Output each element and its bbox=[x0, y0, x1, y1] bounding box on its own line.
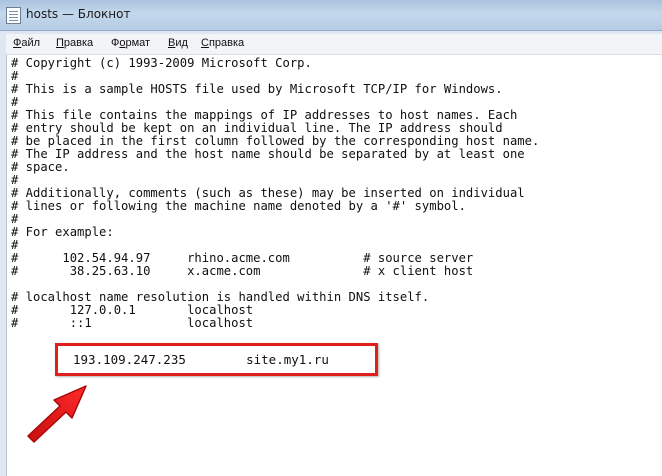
text-line: # Copyright (c) 1993-2009 Microsoft Corp… bbox=[11, 56, 312, 70]
window-title: hosts — Блокнот bbox=[26, 7, 131, 21]
text-line: # 38.25.63.10 x.acme.com # x client host bbox=[11, 264, 474, 278]
pointer-arrow-icon bbox=[27, 385, 87, 443]
menu-view[interactable]: Вид bbox=[168, 37, 188, 49]
menu-help[interactable]: Справка bbox=[201, 37, 244, 49]
text-line: # lines or following the machine name de… bbox=[11, 199, 466, 213]
menu-format[interactable]: Формат bbox=[111, 37, 150, 49]
text-line: # space. bbox=[11, 160, 70, 174]
menu-file[interactable]: Файл bbox=[13, 37, 40, 49]
text-editor-area[interactable]: # Copyright (c) 1993-2009 Microsoft Corp… bbox=[6, 55, 662, 476]
menu-edit[interactable]: Правка bbox=[56, 37, 93, 49]
added-hosts-entry: 193.109.247.235 site.my1.ru bbox=[73, 352, 329, 367]
notepad-icon bbox=[6, 7, 21, 24]
text-line: # This is a sample HOSTS file used by Mi… bbox=[11, 82, 503, 96]
text-line: # ::1 localhost bbox=[11, 316, 254, 330]
text-line: # For example: bbox=[11, 225, 114, 239]
text-line: # The IP address and the host name shoul… bbox=[11, 147, 525, 161]
title-bar[interactable]: hosts — Блокнот bbox=[0, 0, 662, 31]
menu-bar: Файл Правка Формат Вид Справка bbox=[6, 34, 662, 55]
